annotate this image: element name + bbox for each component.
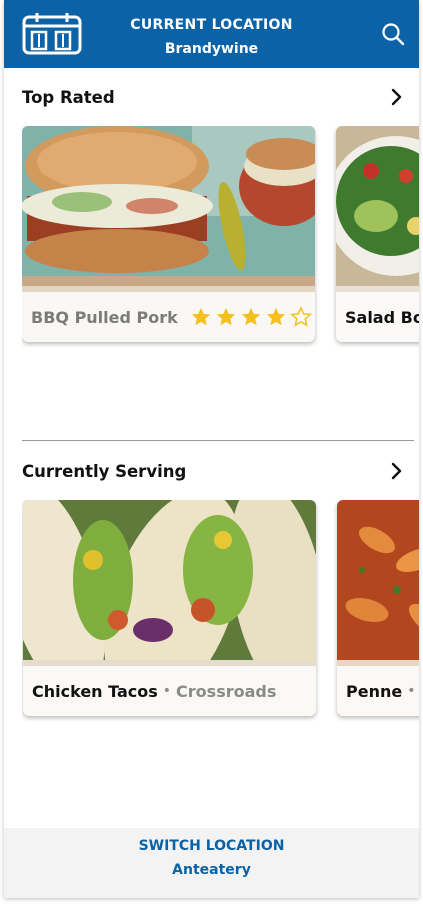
switch-location-button[interactable]: SWITCH LOCATION bbox=[4, 838, 419, 854]
top-rated-header: Top Rated bbox=[22, 83, 405, 111]
dish-card[interactable]: Chicken Tacos • Crossroads bbox=[23, 500, 316, 716]
rating-stars bbox=[190, 306, 312, 328]
dish-card[interactable]: Salad Bowl bbox=[336, 126, 419, 342]
top-bar: CURRENT LOCATION Brandywine bbox=[4, 0, 419, 68]
star-empty-icon bbox=[289, 306, 312, 327]
app-screen: CURRENT LOCATION Brandywine Top Rated BB… bbox=[4, 0, 419, 898]
current-location-label: CURRENT LOCATION bbox=[130, 17, 293, 33]
current-location-name: Brandywine bbox=[164, 41, 259, 57]
search-icon[interactable] bbox=[381, 22, 405, 46]
separator-dot: • bbox=[162, 683, 172, 699]
star-filled-icon bbox=[216, 307, 235, 326]
dish-caption: Salad Bowl bbox=[336, 292, 419, 342]
dish-location: Crossroads bbox=[176, 681, 277, 701]
section-divider bbox=[22, 440, 414, 441]
switch-location-bar[interactable]: SWITCH LOCATION Anteatery bbox=[4, 828, 419, 898]
star-filled-icon bbox=[266, 307, 285, 326]
chevron-right-icon[interactable] bbox=[387, 88, 405, 106]
switch-location-target: Anteatery bbox=[172, 862, 251, 878]
separator-dot: • bbox=[407, 683, 416, 699]
currently-serving-carousel[interactable]: Chicken Tacos • Crossroads Penne • bbox=[22, 500, 419, 722]
top-rated-carousel[interactable]: BBQ Pulled Pork Salad Bo bbox=[22, 126, 419, 348]
star-filled-icon bbox=[241, 307, 260, 326]
dish-name: Salad Bowl bbox=[345, 307, 419, 327]
star-filled-icon bbox=[191, 307, 210, 326]
currently-serving-title: Currently Serving bbox=[22, 461, 187, 481]
dish-name: Chicken Tacos bbox=[32, 681, 158, 701]
dish-name: BBQ Pulled Pork bbox=[31, 307, 178, 327]
top-rated-title: Top Rated bbox=[22, 87, 115, 107]
dish-card[interactable]: Penne • bbox=[337, 500, 419, 716]
dish-name: Penne bbox=[346, 681, 403, 701]
chevron-right-icon[interactable] bbox=[387, 462, 405, 480]
dish-caption: BBQ Pulled Pork bbox=[22, 292, 315, 342]
dish-caption: Penne • bbox=[337, 666, 419, 716]
dish-card[interactable]: BBQ Pulled Pork bbox=[22, 126, 315, 342]
dish-caption: Chicken Tacos • Crossroads bbox=[23, 666, 316, 716]
currently-serving-header: Currently Serving bbox=[22, 457, 405, 485]
